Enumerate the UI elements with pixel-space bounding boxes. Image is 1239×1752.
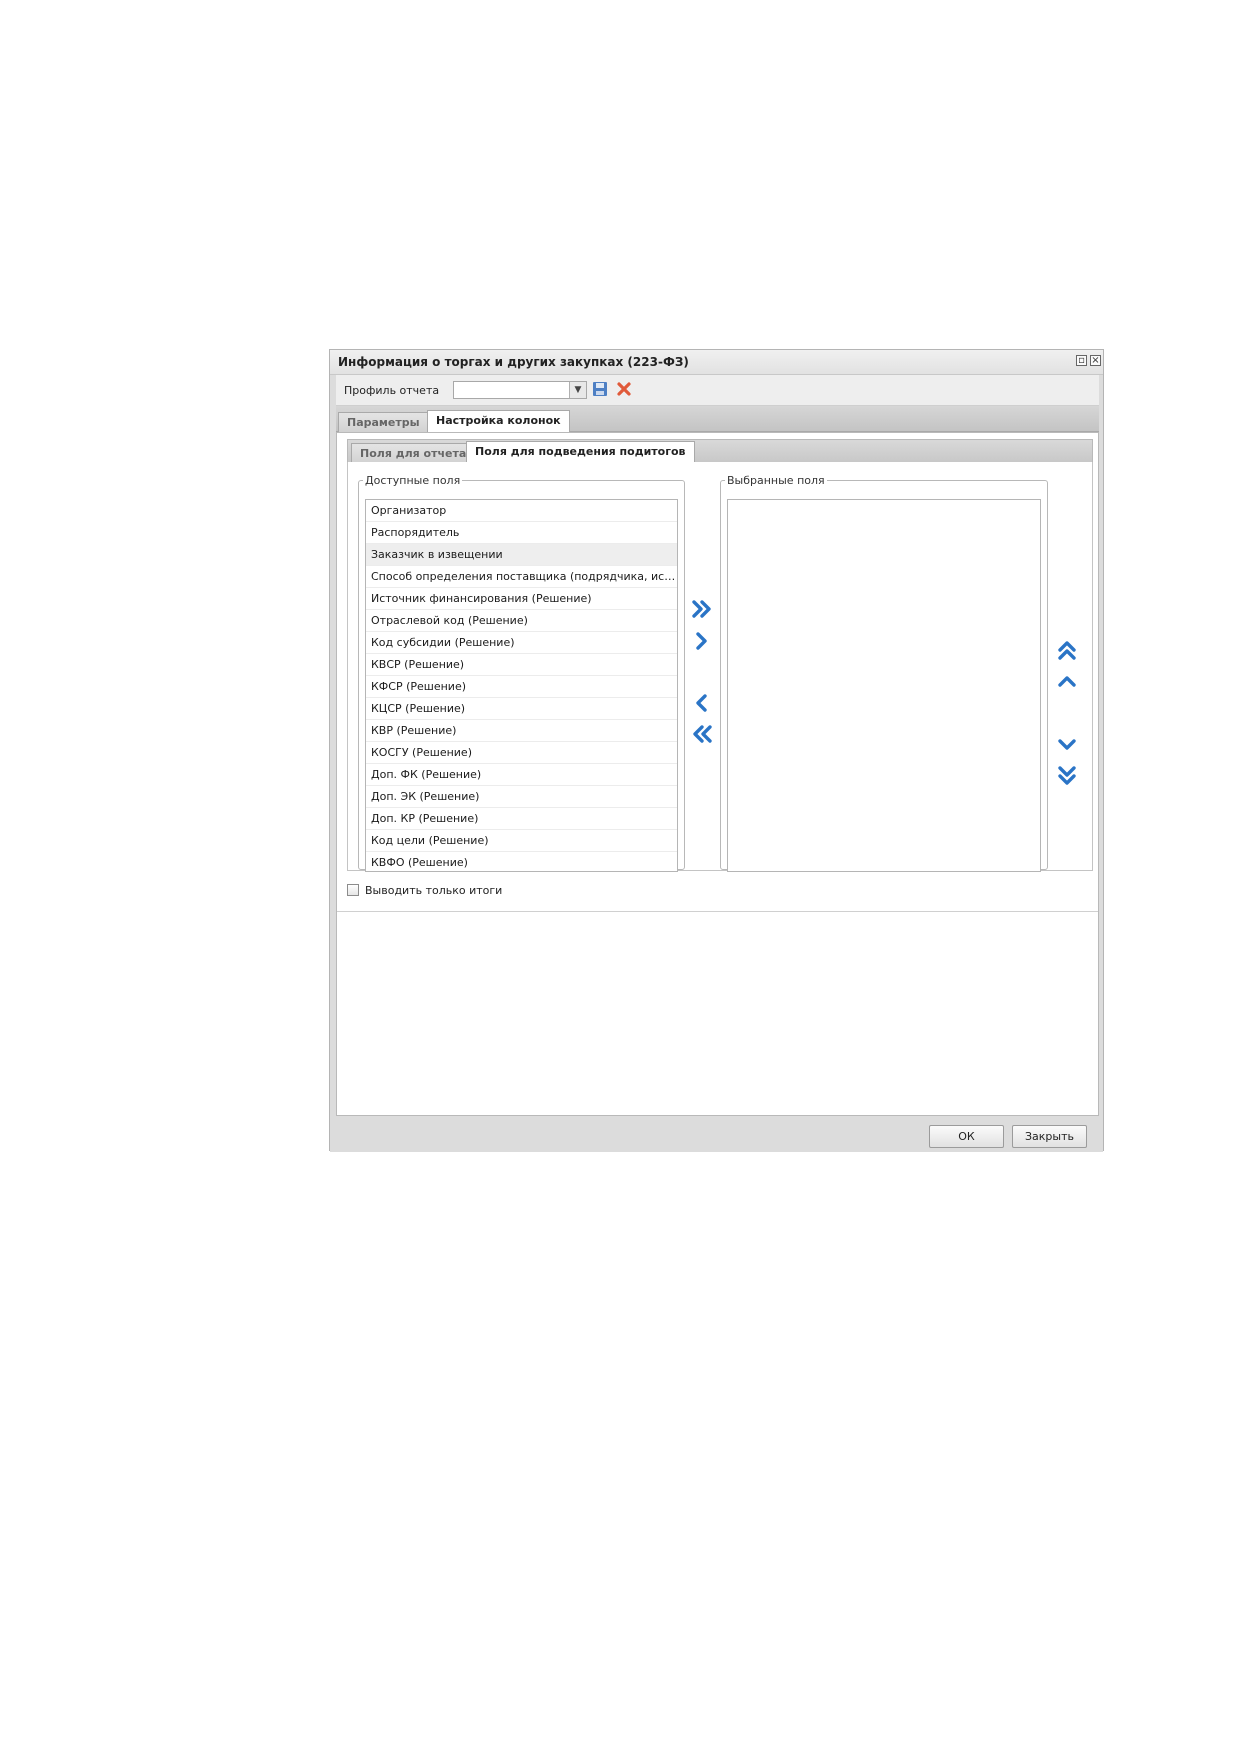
list-item[interactable]: КВФО (Решение) xyxy=(366,852,677,871)
list-item[interactable]: Доп. ФК (Решение) xyxy=(366,764,677,786)
subtab-subtotal-fields[interactable]: Поля для подведения подитогов xyxy=(466,441,695,463)
move-right-icon[interactable] xyxy=(690,629,714,653)
tab-parameters[interactable]: Параметры xyxy=(338,412,429,432)
divider xyxy=(337,911,1098,912)
subtab-report-fields[interactable]: Поля для отчета xyxy=(351,443,476,463)
move-up-icon[interactable] xyxy=(1055,670,1079,694)
list-item[interactable]: Доп. ЭК (Решение) xyxy=(366,786,677,808)
move-all-right-icon[interactable] xyxy=(690,597,714,621)
available-fields-legend: Доступные поля xyxy=(365,474,461,487)
list-item[interactable]: Организатор xyxy=(366,500,677,522)
title-bar: Информация о торгах и других закупках (2… xyxy=(330,350,1103,375)
list-item[interactable]: Заказчик в извещении xyxy=(366,544,677,566)
selected-fields-group: Выбранные поля xyxy=(720,474,1048,872)
list-item[interactable]: Способ определения поставщика (подрядчик… xyxy=(366,566,677,588)
profile-toolbar: Профиль отчета ▼ xyxy=(336,375,1099,406)
save-icon[interactable] xyxy=(592,381,610,399)
move-top-icon[interactable] xyxy=(1055,639,1079,663)
subtotal-fields-panel: Доступные поля Организатор Распорядитель… xyxy=(347,462,1093,872)
report-dialog: Информация о торгах и других закупках (2… xyxy=(329,349,1104,1152)
move-all-left-icon[interactable] xyxy=(690,722,714,746)
tab-column-settings[interactable]: Настройка колонок xyxy=(427,410,570,432)
list-item[interactable]: КОСГУ (Решение) xyxy=(366,742,677,764)
list-item[interactable]: Источник финансирования (Решение) xyxy=(366,588,677,610)
list-item[interactable]: Код субсидии (Решение) xyxy=(366,632,677,654)
move-left-icon[interactable] xyxy=(690,691,714,715)
selected-fields-list[interactable] xyxy=(727,499,1041,872)
dialog-title: Информация о торгах и других закупках (2… xyxy=(338,355,689,369)
selected-fields-legend: Выбранные поля xyxy=(727,474,825,487)
list-item[interactable]: КФСР (Решение) xyxy=(366,676,677,698)
totals-only-checkbox[interactable] xyxy=(347,884,359,896)
totals-only-label: Выводить только итоги xyxy=(365,884,503,897)
dialog-footer: ОК Закрыть xyxy=(330,1116,1103,1152)
delete-icon[interactable] xyxy=(616,381,634,399)
move-down-icon[interactable] xyxy=(1055,732,1079,756)
tab-content: Поля для отчета Поля для подведения поди… xyxy=(336,432,1099,1116)
available-fields-group: Доступные поля Организатор Распорядитель… xyxy=(358,474,685,872)
ok-button[interactable]: ОК xyxy=(929,1125,1004,1148)
subtab-strip: Поля для отчета Поля для подведения поди… xyxy=(347,439,1093,463)
profile-select[interactable]: ▼ xyxy=(453,381,587,399)
move-bottom-icon[interactable] xyxy=(1055,763,1079,787)
available-fields-list[interactable]: Организатор Распорядитель Заказчик в изв… xyxy=(365,499,678,872)
chevron-down-icon[interactable]: ▼ xyxy=(569,382,586,398)
list-item[interactable]: КЦСР (Решение) xyxy=(366,698,677,720)
list-item[interactable]: Код цели (Решение) xyxy=(366,830,677,852)
list-item[interactable]: Распорядитель xyxy=(366,522,677,544)
close-icon[interactable]: × xyxy=(1090,355,1101,366)
list-item[interactable]: КВР (Решение) xyxy=(366,720,677,742)
list-item[interactable]: КВСР (Решение) xyxy=(366,654,677,676)
list-item[interactable]: Доп. КР (Решение) xyxy=(366,808,677,830)
close-button[interactable]: Закрыть xyxy=(1012,1125,1087,1148)
profile-label: Профиль отчета xyxy=(344,384,440,397)
list-item[interactable]: Отраслевой код (Решение) xyxy=(366,610,677,632)
restore-icon[interactable]: ▫ xyxy=(1076,355,1087,366)
main-tab-strip: Параметры Настройка колонок xyxy=(336,406,1099,432)
